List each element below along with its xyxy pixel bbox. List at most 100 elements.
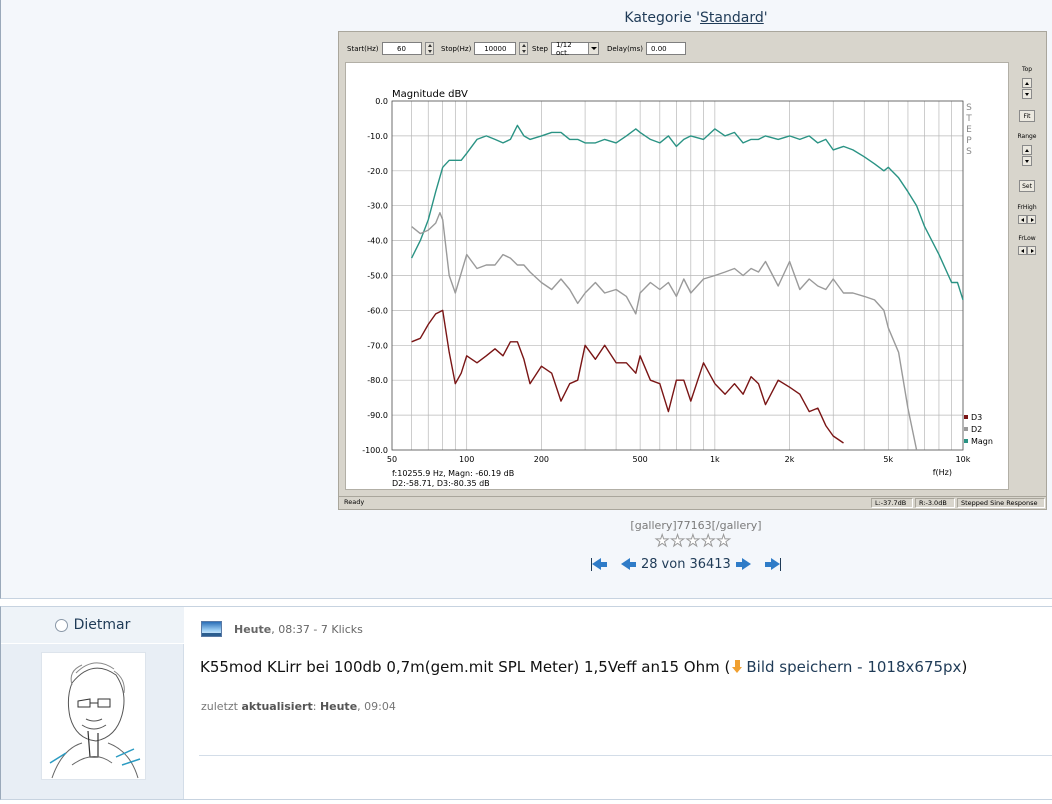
y-tick-label: -100.0 bbox=[362, 446, 388, 455]
start-hz-spinner-icon[interactable] bbox=[424, 42, 434, 55]
category-prefix: Kategorie ' bbox=[624, 10, 701, 26]
y-tick-label: -50.0 bbox=[367, 272, 388, 281]
rew-status-bar: Ready L:-37.7dB R:-3.0dB Stepped Sine Re… bbox=[339, 496, 1046, 509]
image-icon bbox=[201, 621, 222, 637]
step-select[interactable]: 1/12 oct. bbox=[550, 40, 599, 57]
top-down-arrow-icon[interactable] bbox=[1022, 89, 1032, 99]
legend-label: D2 bbox=[971, 425, 982, 434]
star-icon[interactable]: ★ bbox=[716, 532, 731, 549]
y-tick-label: -70.0 bbox=[367, 341, 388, 350]
x-tick-label: 200 bbox=[534, 455, 549, 464]
top-label: Top bbox=[1021, 66, 1033, 73]
arrow-tail-icon bbox=[630, 561, 636, 567]
x-tick-label: 10k bbox=[956, 455, 971, 464]
post-divider bbox=[199, 755, 1052, 756]
arrow-right-icon bbox=[741, 558, 751, 570]
updated-label: aktualisiert bbox=[241, 700, 313, 713]
cursor-readout-line1: f:10255.9 Hz, Magn: -60.19 dB bbox=[392, 469, 514, 478]
x-tick-label: 100 bbox=[459, 455, 474, 464]
last-updated: zuletzt aktualisiert: Heute, 09:04 bbox=[201, 700, 396, 713]
cursor-readout-line2: D2:-58.71, D3:-80.35 dB bbox=[392, 479, 490, 488]
frhigh-left-arrow-icon[interactable] bbox=[1018, 215, 1027, 224]
x-axis-label: f(Hz) bbox=[933, 468, 952, 477]
x-tick-label: 500 bbox=[633, 455, 648, 464]
side-label-letter: S bbox=[966, 147, 972, 157]
username[interactable]: Dietmar bbox=[74, 617, 131, 633]
save-image-link[interactable]: Bild speichern - 1018x675px bbox=[746, 658, 961, 676]
previous-image-button[interactable] bbox=[621, 558, 636, 570]
stop-hz-label: Stop(Hz) bbox=[441, 44, 472, 53]
frhigh-right-arrow-icon[interactable] bbox=[1027, 215, 1036, 224]
fit-button[interactable]: Fit bbox=[1019, 110, 1035, 122]
y-tick-label: -90.0 bbox=[367, 411, 388, 420]
gallery-panel: Kategorie 'Standard' Start(Hz) 60 Stop(H… bbox=[0, 0, 1052, 599]
post-title-suffix: ) bbox=[961, 658, 968, 676]
arrow-left-icon bbox=[621, 558, 630, 570]
y-tick-label: -80.0 bbox=[367, 376, 388, 385]
offline-status-icon bbox=[54, 618, 68, 632]
chart-grid bbox=[391, 100, 964, 451]
range-down-arrow-icon[interactable] bbox=[1022, 156, 1032, 166]
side-label-letter: P bbox=[966, 136, 972, 146]
updated-colon: : bbox=[312, 700, 320, 713]
delay-field[interactable]: 0.00 bbox=[646, 42, 687, 55]
stop-hz-field[interactable]: 10000 bbox=[474, 42, 517, 55]
status-ready: Ready bbox=[344, 498, 365, 506]
star-icon[interactable]: ★ bbox=[654, 532, 669, 549]
set-button[interactable]: Set bbox=[1019, 180, 1035, 192]
y-tick-label: -40.0 bbox=[367, 237, 388, 246]
arrow-right-icon bbox=[770, 558, 780, 570]
category-link[interactable]: Standard bbox=[700, 10, 764, 26]
post: Dietmar Heute, 08:37 - 7 Klicks K55mod K… bbox=[0, 606, 1052, 800]
step-label: Step bbox=[532, 44, 548, 53]
series-line-d2 bbox=[411, 211, 918, 451]
x-tick-label: 1k bbox=[710, 455, 720, 464]
avatar[interactable] bbox=[41, 652, 146, 780]
post-meta: Heute, 08:37 - 7 Klicks bbox=[201, 621, 363, 637]
frlow-right-arrow-icon[interactable] bbox=[1027, 246, 1036, 255]
legend-swatch bbox=[964, 439, 968, 443]
pager-total: 36413 bbox=[689, 556, 731, 572]
star-icon[interactable]: ★ bbox=[670, 532, 685, 549]
start-hz-label: Start(Hz) bbox=[347, 44, 379, 53]
chart-title: Magnitude dBV bbox=[392, 89, 468, 100]
frlow-left-arrow-icon[interactable] bbox=[1018, 246, 1027, 255]
range-up-arrow-icon[interactable] bbox=[1022, 145, 1032, 155]
post-title-text: K55mod KLirr bei 100db 0,7m(gem.mit SPL … bbox=[200, 658, 731, 676]
status-left-level: L:-37.7dB bbox=[871, 498, 913, 508]
star-icon[interactable]: ★ bbox=[701, 532, 716, 549]
pager-separator: von bbox=[661, 556, 686, 572]
x-tick-label: 5k bbox=[883, 455, 893, 464]
delay-control: Delay(ms) 0.00 bbox=[607, 42, 687, 55]
top-up-arrow-icon[interactable] bbox=[1022, 78, 1032, 88]
pager-current: 28 bbox=[641, 556, 658, 572]
user-header: Dietmar bbox=[1, 607, 184, 644]
y-tick-label: -30.0 bbox=[367, 202, 388, 211]
next-image-button[interactable] bbox=[735, 558, 751, 570]
rew-side-controls: Top Fit Range Set FrHigh FrLow bbox=[1012, 62, 1042, 490]
star-icon[interactable]: ★ bbox=[685, 532, 700, 549]
x-tick-label: 2k bbox=[785, 455, 795, 464]
chevron-down-icon bbox=[588, 43, 598, 54]
start-hz-control: Start(Hz) 60 bbox=[347, 42, 434, 55]
updated-prefix: zuletzt bbox=[201, 700, 242, 713]
y-tick-label: 0.0 bbox=[375, 97, 388, 106]
status-right-level: R:-3.0dB bbox=[915, 498, 955, 508]
step-control: Step 1/12 oct. bbox=[532, 40, 599, 57]
start-hz-field[interactable]: 60 bbox=[381, 42, 422, 55]
category-suffix: ' bbox=[763, 10, 768, 26]
rating-stars[interactable]: ★ ★ ★ ★ ★ bbox=[654, 532, 731, 549]
series-line-magn bbox=[410, 124, 964, 301]
legend-swatch bbox=[964, 427, 968, 431]
side-label-letter: T bbox=[965, 114, 972, 124]
series-line-d3 bbox=[411, 309, 844, 444]
stop-hz-spinner-icon[interactable] bbox=[519, 42, 529, 55]
step-value: 1/12 oct. bbox=[555, 40, 572, 57]
status-mode: Stepped Sine Response bbox=[957, 498, 1045, 508]
arrow-left-icon bbox=[592, 558, 601, 570]
user-column: Dietmar bbox=[1, 607, 184, 799]
last-image-button[interactable] bbox=[764, 557, 781, 571]
range-label: Range bbox=[1017, 133, 1037, 140]
side-label-letter: E bbox=[966, 125, 972, 135]
first-image-button[interactable] bbox=[591, 557, 607, 571]
